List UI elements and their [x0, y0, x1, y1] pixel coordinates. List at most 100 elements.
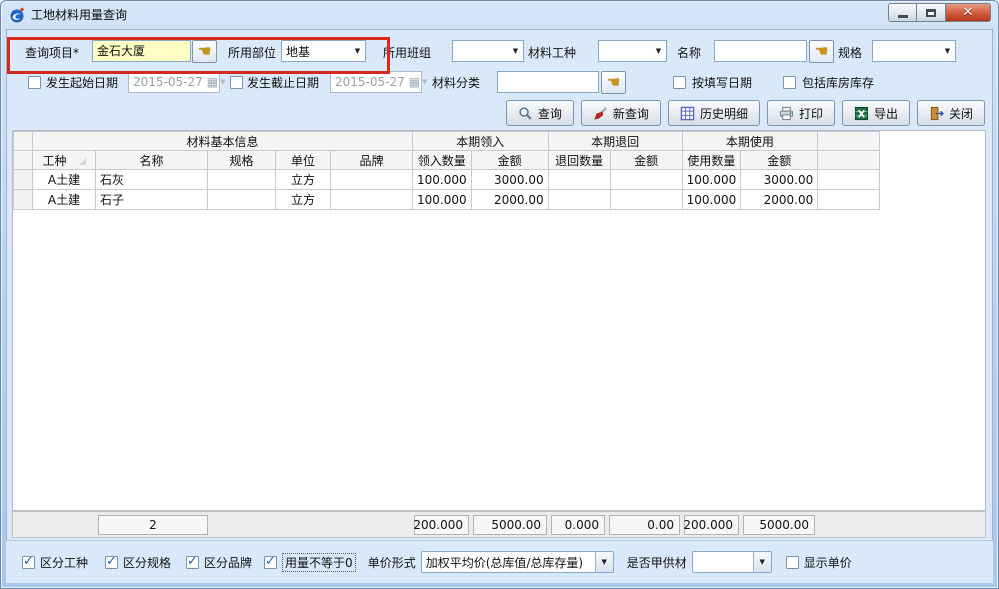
new-query-button-label: 新查询: [613, 105, 649, 122]
usage-nonzero-option: 用量不等于0: [264, 553, 356, 572]
category-picker-button[interactable]: ☚: [601, 71, 626, 94]
owner-supplied-group: 是否甲供材 ▼: [627, 551, 772, 573]
cell-returned-amount: [610, 170, 682, 190]
brush-icon: [593, 106, 608, 121]
cell-used-amount: 3000.00: [741, 170, 818, 190]
end-date-input[interactable]: 2015-05-27 ▦ ▼: [330, 71, 422, 93]
app-icon: [9, 7, 25, 23]
col-header-used-qty[interactable]: 使用数量: [682, 151, 741, 170]
cell-used-qty: 100.000: [682, 170, 741, 190]
start-date-input[interactable]: 2015-05-27 ▦ ▼: [128, 71, 220, 93]
export-button[interactable]: 导出: [842, 100, 910, 126]
title-bar[interactable]: 工地材料用量查询 ✕: [0, 0, 999, 29]
col-header-trade[interactable]: 工种: [33, 151, 96, 170]
spec-label: 规格: [838, 44, 862, 61]
category-input[interactable]: [497, 71, 599, 93]
material-trade-label: 材料工种: [528, 44, 576, 61]
summary-row-count: 2: [98, 515, 208, 535]
col-header-returned-qty[interactable]: 退回数量: [548, 151, 610, 170]
summary-used-amount: 5000.00: [743, 515, 815, 535]
maximize-icon: [926, 9, 936, 17]
window-title: 工地材料用量查询: [31, 6, 127, 23]
close-icon: ✕: [963, 6, 974, 19]
owner-supplied-select[interactable]: ▼: [692, 551, 772, 573]
printer-icon: [779, 106, 794, 121]
distinguish-brand-option: 区分品牌: [186, 554, 252, 571]
caption-buttons: ✕: [888, 3, 991, 22]
distinguish-spec-label: 区分规格: [123, 554, 171, 571]
col-header-returned-amount[interactable]: 金额: [610, 151, 682, 170]
query-button-label: 查询: [538, 105, 562, 122]
col-header-received-qty[interactable]: 领入数量: [413, 151, 472, 170]
close-button[interactable]: ✕: [946, 3, 991, 22]
price-form-value: 加权平均价(总库值/总库存量): [422, 554, 595, 571]
project-input[interactable]: 金石大厦: [92, 40, 191, 62]
close-window-button-label: 关闭: [949, 105, 973, 122]
col-header-unit[interactable]: 单位: [276, 151, 331, 170]
cell-trade: A土建: [33, 170, 96, 190]
price-form-label: 单价形式: [368, 554, 416, 571]
include-stock-checkbox[interactable]: [783, 76, 796, 89]
start-date-checkbox[interactable]: [28, 76, 41, 89]
chevron-down-icon: ▼: [508, 47, 523, 55]
print-button[interactable]: 打印: [767, 100, 835, 126]
table-row[interactable]: A土建 石子 立方 100.000 2000.00 100.000 2000.0…: [14, 190, 880, 210]
results-grid[interactable]: 材料基本信息 本期领入 本期退回 本期使用 工种 名称 规格 单位 品牌 领入数…: [12, 130, 986, 511]
options-bar: 区分工种 区分规格 区分品牌 用量不等于0 单价形式 加权平均价(总库值/总库存…: [6, 540, 993, 583]
col-header-name[interactable]: 名称: [96, 151, 208, 170]
cell-returned-amount: [610, 190, 682, 210]
close-window-button[interactable]: 关闭: [917, 100, 985, 126]
toolbar: 查询 新查询 历史明细: [12, 100, 985, 126]
col-header-spec[interactable]: 规格: [208, 151, 276, 170]
maximize-button[interactable]: [917, 3, 946, 22]
distinguish-spec-checkbox[interactable]: [105, 556, 118, 569]
col-header-label: 工种: [42, 154, 66, 168]
price-form-select[interactable]: 加权平均价(总库值/总库存量) ▼: [421, 551, 614, 573]
show-unit-price-checkbox[interactable]: [786, 556, 799, 569]
distinguish-trade-checkbox[interactable]: [22, 556, 35, 569]
project-picker-button[interactable]: ☚: [192, 40, 217, 63]
end-date-checkbox[interactable]: [230, 76, 243, 89]
exit-door-icon: [929, 106, 944, 121]
col-header-received-amount[interactable]: 金额: [471, 151, 548, 170]
distinguish-trade-option: 区分工种: [22, 554, 88, 571]
minimize-button[interactable]: [888, 3, 917, 22]
excel-icon: [854, 106, 869, 121]
part-value: 地基: [282, 43, 350, 60]
spec-select[interactable]: ▼: [872, 40, 956, 62]
col-header-brand[interactable]: 品牌: [331, 151, 413, 170]
usage-nonzero-checkbox[interactable]: [264, 556, 277, 569]
by-fill-date-checkbox[interactable]: [673, 76, 686, 89]
name-input[interactable]: [714, 40, 807, 62]
sort-indicator-icon: [79, 158, 86, 165]
hand-picker-icon: ☚: [607, 75, 620, 90]
show-unit-price-option: 显示单价: [786, 554, 852, 571]
search-icon: [518, 106, 533, 121]
group-used: 本期使用: [682, 132, 818, 151]
include-stock-label: 包括库房库存: [802, 74, 874, 91]
cell-name: 石灰: [96, 170, 208, 190]
cell-spec: [208, 170, 276, 190]
new-query-button[interactable]: 新查询: [581, 100, 661, 126]
cell-brand: [331, 190, 413, 210]
summary-received-amount: 5000.00: [473, 515, 547, 535]
row-indicator: [14, 190, 33, 210]
team-select[interactable]: ▼: [452, 40, 524, 62]
query-button[interactable]: 查询: [506, 100, 574, 126]
cell-used-qty: 100.000: [682, 190, 741, 210]
chevron-down-icon: ▼: [651, 47, 666, 55]
part-select[interactable]: 地基 ▼: [281, 40, 366, 62]
cell-unit: 立方: [276, 190, 331, 210]
table-row[interactable]: A土建 石灰 立方 100.000 3000.00 100.000 3000.0…: [14, 170, 880, 190]
material-trade-select[interactable]: ▼: [598, 40, 667, 62]
history-detail-button[interactable]: 历史明细: [668, 100, 760, 126]
app-window: 工地材料用量查询 ✕ 查询项目* 金石大厦 ☚ 所用部位 地基 ▼ 所用班组 ▼…: [0, 0, 999, 589]
distinguish-brand-checkbox[interactable]: [186, 556, 199, 569]
history-grid-icon: [680, 106, 695, 121]
cell-unit: 立方: [276, 170, 331, 190]
name-picker-button[interactable]: ☚: [809, 40, 834, 63]
column-header-row: 工种 名称 规格 单位 品牌 领入数量 金额 退回数量 金额 使用数量 金额: [14, 151, 880, 170]
col-header-used-amount[interactable]: 金额: [741, 151, 818, 170]
start-date-value: 2015-05-27: [129, 75, 207, 89]
cell-received-amount: 3000.00: [471, 170, 548, 190]
